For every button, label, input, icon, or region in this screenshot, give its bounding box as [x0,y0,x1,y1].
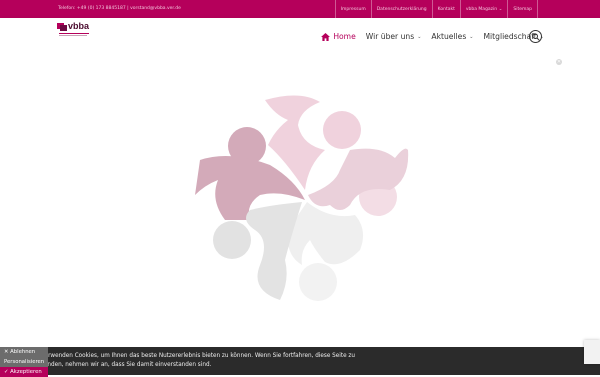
logo-square-icon [60,25,67,31]
top-bar: Telefon: +49 (0) 173 8845187 | vorstand@… [0,0,600,18]
top-link-kontakt[interactable]: Kontakt [431,0,460,18]
customize-button[interactable]: Personalisieren [0,357,49,367]
chevron-down-icon: ⌄ [417,33,422,40]
top-link-magazin[interactable]: vbba Magazin ⌄ [459,0,508,18]
person-figure-3 [308,148,409,216]
person-figure-4 [287,202,364,301]
top-links: Impressum Datenschutzerklärung Kontakt v… [334,0,538,18]
close-icon[interactable]: ✕ [556,59,562,65]
contact-info: Telefon: +49 (0) 173 8845187 | vorstand@… [58,6,181,11]
home-icon [321,32,331,41]
top-link-impressum[interactable]: Impressum [334,0,371,18]
nav-item-wir-ueber-uns[interactable]: Wir über uns ⌄ [366,32,422,41]
site-logo[interactable]: vbba [57,21,93,38]
accept-button[interactable]: ✓ Akzeptieren [0,367,49,377]
main-nav: Home Wir über uns ⌄ Aktuelles ⌄ Mitglied… [311,18,544,55]
decline-button[interactable]: ✕ Ablehnen [0,347,49,357]
recaptcha-badge[interactable] [584,340,600,364]
search-icon [532,33,540,41]
cookie-banner: Wir verwenden Cookies, um Ihnen das best… [0,347,600,375]
top-link-datenschutz[interactable]: Datenschutzerklärung [370,0,432,18]
people-circle-graphic [195,95,409,301]
cookie-text: Wir verwenden Cookies, um Ihnen das best… [30,353,355,368]
cookie-buttons: ✕ Ablehnen Personalisieren ✓ Akzeptieren [0,347,52,377]
logo-text: vbba [68,21,90,31]
nav-item-home[interactable]: Home [321,32,356,41]
chevron-down-icon: ⌄ [469,33,474,40]
search-button[interactable] [529,30,542,43]
top-link-sitemap[interactable]: Sitemap [507,0,538,18]
nav-item-aktuelles[interactable]: Aktuelles ⌄ [431,32,473,41]
